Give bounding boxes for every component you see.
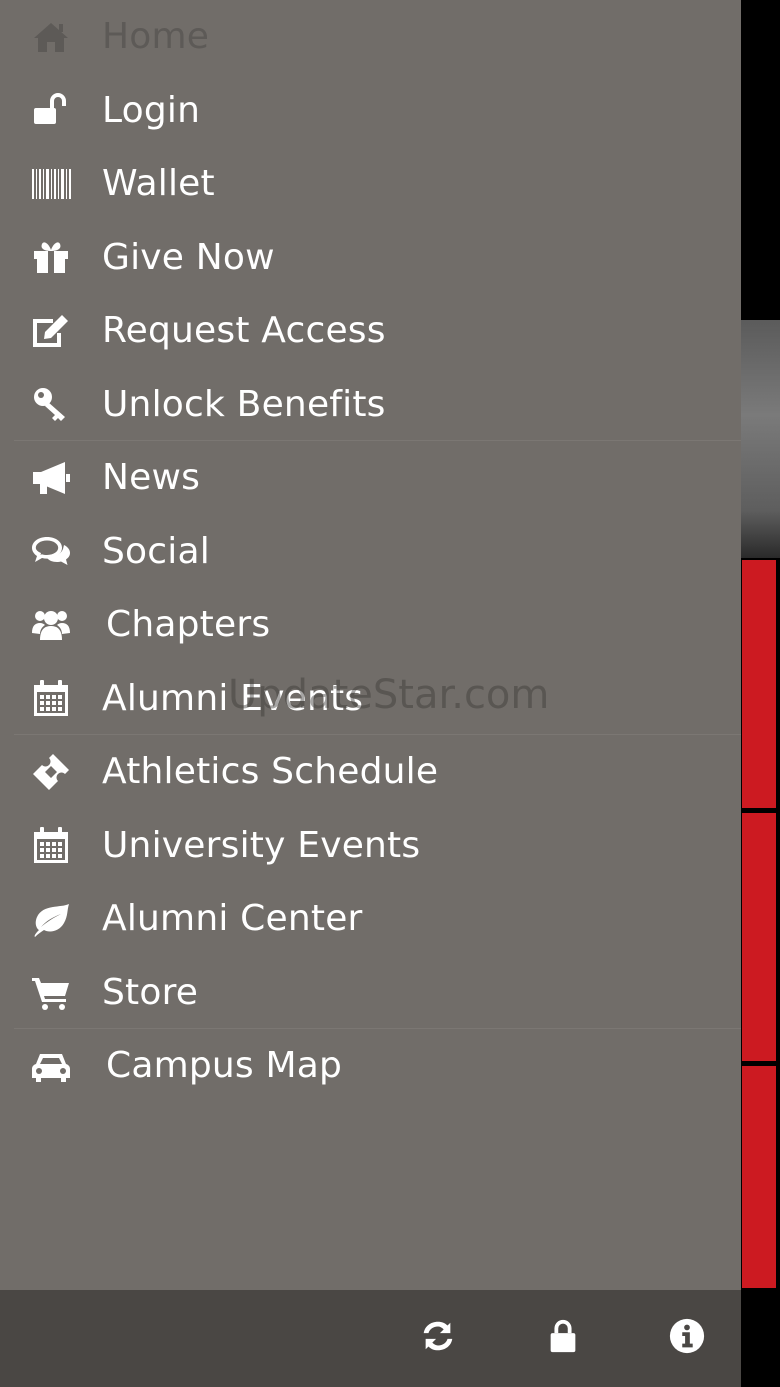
menu-item-athletics-schedule[interactable]: Athletics Schedule bbox=[0, 735, 741, 809]
comments-icon bbox=[30, 530, 72, 572]
menu-item-label: News bbox=[102, 457, 201, 499]
menu-item-label: Alumni Events bbox=[102, 677, 364, 719]
barcode-icon bbox=[30, 163, 72, 205]
menu-item-give-now[interactable]: Give Now bbox=[0, 221, 741, 295]
cart-icon bbox=[30, 971, 72, 1013]
menu-item-home[interactable]: Home bbox=[0, 0, 741, 74]
menu-item-request-access[interactable]: Request Access bbox=[0, 294, 741, 368]
app-screen: Home Login Wallet Give Now Request Acces… bbox=[0, 0, 780, 1387]
menu-item-label: Athletics Schedule bbox=[102, 751, 439, 793]
menu-item-login[interactable]: Login bbox=[0, 74, 741, 148]
menu-item-unlock-benefits[interactable]: Unlock Benefits bbox=[0, 368, 741, 442]
menu-item-label: Unlock Benefits bbox=[102, 383, 386, 425]
edit-icon bbox=[30, 310, 72, 352]
menu-item-wallet[interactable]: Wallet bbox=[0, 147, 741, 221]
navigation-drawer: Home Login Wallet Give Now Request Acces… bbox=[0, 0, 741, 1290]
menu-item-campus-map[interactable]: Campus Map bbox=[0, 1029, 741, 1103]
calendar-icon bbox=[30, 824, 72, 866]
refresh-button[interactable] bbox=[418, 1318, 458, 1358]
megaphone-icon bbox=[30, 457, 72, 499]
menu-item-label: Give Now bbox=[102, 236, 275, 278]
menu-item-store[interactable]: Store bbox=[0, 956, 741, 1030]
car-icon bbox=[30, 1045, 72, 1087]
menu-item-label: Wallet bbox=[102, 163, 215, 205]
menu-item-label: Social bbox=[102, 530, 210, 572]
menu-item-university-events[interactable]: University Events bbox=[0, 809, 741, 883]
menu-item-label: University Events bbox=[102, 824, 421, 866]
background-tile[interactable] bbox=[742, 813, 776, 1061]
menu-item-news[interactable]: News bbox=[0, 441, 741, 515]
menu-item-chapters[interactable]: Chapters bbox=[0, 588, 741, 662]
menu-item-label: Store bbox=[102, 971, 199, 1013]
menu-item-alumni-center[interactable]: Alumni Center bbox=[0, 882, 741, 956]
menu-item-social[interactable]: Social bbox=[0, 515, 741, 589]
unlock-icon bbox=[30, 89, 72, 131]
gift-icon bbox=[30, 236, 72, 278]
ticket-icon bbox=[30, 751, 72, 793]
info-icon bbox=[668, 1317, 706, 1359]
info-button[interactable] bbox=[667, 1318, 707, 1358]
menu-item-label: Home bbox=[102, 16, 210, 58]
menu-item-label: Chapters bbox=[106, 604, 271, 646]
refresh-icon bbox=[419, 1317, 457, 1359]
home-icon bbox=[30, 16, 72, 58]
background-tile[interactable] bbox=[742, 560, 776, 808]
lock-icon bbox=[544, 1317, 582, 1359]
menu-list: Home Login Wallet Give Now Request Acces… bbox=[0, 0, 741, 1103]
menu-item-label: Request Access bbox=[102, 310, 386, 352]
calendar-icon bbox=[30, 677, 72, 719]
users-icon bbox=[30, 604, 72, 646]
menu-item-alumni-events[interactable]: Alumni Events bbox=[0, 662, 741, 736]
lock-button[interactable] bbox=[543, 1318, 583, 1358]
key-icon bbox=[30, 383, 72, 425]
leaf-icon bbox=[30, 898, 72, 940]
menu-item-label: Alumni Center bbox=[102, 898, 363, 940]
menu-item-label: Login bbox=[102, 89, 201, 131]
background-tile[interactable] bbox=[742, 1066, 776, 1288]
menu-item-label: Campus Map bbox=[106, 1045, 343, 1087]
background-photo bbox=[740, 320, 780, 558]
bottom-toolbar bbox=[0, 1290, 741, 1387]
